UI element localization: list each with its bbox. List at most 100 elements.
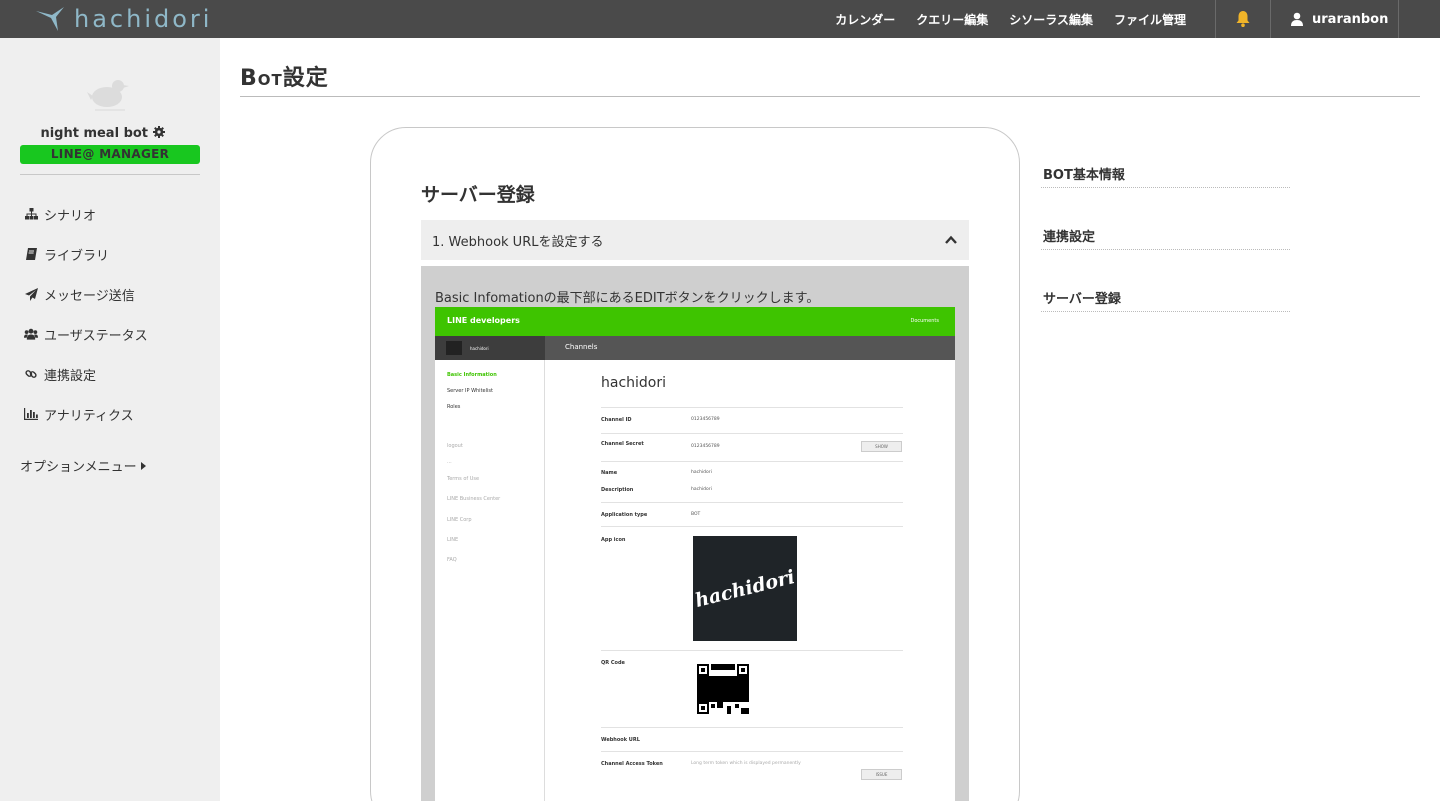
screenshot-field-label: Webhook URL: [601, 737, 640, 743]
screenshot-field-value: hachidori: [691, 487, 712, 492]
book-icon: [24, 247, 38, 261]
card-title: サーバー登録: [421, 184, 535, 206]
sidebar-item-label: ライブラリ: [44, 248, 110, 264]
screenshot-app-icon: hachidori: [693, 536, 797, 641]
nav-thesaurus-edit[interactable]: シソーラス編集: [1009, 11, 1093, 28]
line-developers-logo: LINE developers: [447, 316, 520, 325]
divider: [601, 502, 903, 503]
sitemap-icon: [24, 207, 38, 221]
hummingbird-logo-icon: [36, 7, 64, 31]
screenshot-account-icon: [446, 341, 462, 355]
sidebar-item-integration[interactable]: 連携設定: [24, 354, 214, 394]
option-menu[interactable]: オプションメニュー: [20, 456, 146, 475]
screenshot-side-link: FAQ: [447, 557, 457, 563]
sidebar-item-label: アナリティクス: [44, 408, 134, 424]
nav-query-edit[interactable]: クエリー編集: [916, 11, 988, 28]
screenshot-side-link: LINE Corp: [447, 517, 472, 523]
qr-code-icon: [697, 664, 749, 714]
screenshot-side-link: ...: [447, 459, 452, 465]
chevron-up-icon[interactable]: [945, 234, 957, 246]
sidebar: night meal bot LINE@ MANAGER シナリオ ライブラリ: [0, 38, 220, 801]
screenshot-field-label: Name: [601, 470, 618, 476]
bot-name-row[interactable]: night meal bot: [0, 126, 205, 141]
bell-icon[interactable]: [1235, 10, 1251, 28]
screenshot-header: LINE developers Documents: [435, 307, 955, 336]
screenshot-side-link: LINE: [447, 537, 459, 543]
divider: [601, 433, 903, 434]
screenshot-field-value: Long term token which is displayed perma…: [691, 761, 801, 766]
screenshot-field-label: App icon: [601, 537, 626, 543]
divider: [601, 650, 903, 651]
index-item-label: 連携設定: [1043, 230, 1096, 245]
paper-plane-icon: [24, 287, 38, 301]
index-item-bot-basic-info[interactable]: BOT基本情報: [1041, 162, 1290, 224]
step1-title: 1. Webhook URLを設定する: [432, 234, 604, 250]
screenshot-side-item: Roles: [447, 404, 461, 410]
screenshot-sidebar: Basic Information Server IP Whitelist Ro…: [435, 360, 545, 801]
screenshot-issue-button: ISSUE: [861, 769, 902, 780]
sidebar-item-label: シナリオ: [44, 208, 97, 224]
step1-description: Basic Infomationの最下部にあるEDITボタンをクリックします。: [435, 291, 820, 306]
divider: [601, 461, 903, 462]
bot-avatar: [87, 80, 129, 111]
divider: [601, 727, 903, 728]
divider: [1215, 0, 1216, 38]
sidebar-item-user-status[interactable]: ユーザステータス: [24, 314, 214, 354]
page-title-text: Bot設定: [240, 66, 329, 91]
bar-chart-icon: [24, 407, 38, 421]
link-icon: [24, 367, 38, 381]
sidebar-item-library[interactable]: ライブラリ: [24, 234, 214, 274]
sidebar-item-label: 連携設定: [44, 368, 97, 384]
screenshot-field-value: BOT: [691, 512, 701, 517]
user-icon: [1291, 12, 1303, 26]
top-nav: カレンダー クエリー編集 シソーラス編集 ファイル管理: [814, 0, 1186, 38]
logo-text: hachidori: [74, 5, 213, 33]
screenshot-field-label: Description: [601, 487, 634, 493]
divider: [240, 96, 1420, 97]
index-item-server-registration[interactable]: サーバー登録: [1041, 286, 1290, 348]
screenshot-side-item: Server IP Whitelist: [447, 388, 493, 394]
screenshot-field-value: 0123456789: [691, 417, 720, 422]
sidebar-item-send-message[interactable]: メッセージ送信: [24, 274, 214, 314]
sidebar-menu: シナリオ ライブラリ メッセージ送信 ユーザステータス 連携設定 アナリティクス: [24, 194, 214, 434]
line-developers-screenshot: LINE developers Documents hachidori Chan…: [435, 307, 955, 801]
step1-accordion-header[interactable]: 1. Webhook URLを設定する: [421, 220, 969, 260]
screenshot-field-label: Channel Access Token: [601, 761, 663, 767]
step1-body: Basic Infomationの最下部にあるEDITボタンをクリックします。 …: [421, 266, 969, 801]
user-menu[interactable]: uraranbon: [1290, 0, 1388, 38]
bot-name: night meal bot: [40, 126, 149, 141]
top-bar: hachidori カレンダー クエリー編集 シソーラス編集 ファイル管理 ur…: [0, 0, 1440, 38]
line-manager-badge[interactable]: LINE@ MANAGER: [20, 145, 200, 164]
page-title: Bot設定: [240, 60, 329, 92]
divider: [601, 407, 903, 408]
option-menu-label: オプションメニュー: [20, 460, 137, 475]
sidebar-item-scenario[interactable]: シナリオ: [24, 194, 214, 234]
screenshot-subheader: hachidori Channels: [435, 336, 955, 360]
divider: [1270, 0, 1271, 38]
screenshot-field-value: hachidori: [691, 470, 712, 475]
nav-file-management[interactable]: ファイル管理: [1114, 11, 1186, 28]
index-item-label: BOT基本情報: [1043, 168, 1125, 183]
sidebar-item-analytics[interactable]: アナリティクス: [24, 394, 214, 434]
screenshot-show-button: SHOW: [861, 441, 902, 452]
screenshot-docs-link: Documents: [910, 318, 939, 324]
divider: [1398, 0, 1399, 38]
screenshot-field-label: Channel Secret: [601, 441, 644, 447]
nav-calendar[interactable]: カレンダー: [835, 11, 895, 28]
screenshot-account-name: hachidori: [470, 346, 489, 351]
screenshot-account-switcher: hachidori: [435, 336, 545, 360]
user-name: uraranbon: [1312, 11, 1389, 27]
divider: [601, 526, 903, 527]
screenshot-field-label: Application type: [601, 512, 648, 518]
section-index: BOT基本情報 連携設定 サーバー登録: [1041, 162, 1290, 348]
divider: [601, 751, 903, 752]
screenshot-field-label: Channel ID: [601, 417, 632, 423]
gear-icon[interactable]: [152, 126, 165, 138]
logo[interactable]: hachidori: [34, 4, 212, 34]
screenshot-side-link: logout: [447, 443, 463, 449]
screenshot-field-label: QR Code: [601, 660, 625, 666]
index-item-integration[interactable]: 連携設定: [1041, 224, 1290, 286]
screenshot-app-name: hachidori: [601, 375, 667, 391]
screenshot-field-value: 0123456789: [691, 444, 720, 449]
screenshot-side-link: LINE Business Center: [447, 496, 501, 502]
